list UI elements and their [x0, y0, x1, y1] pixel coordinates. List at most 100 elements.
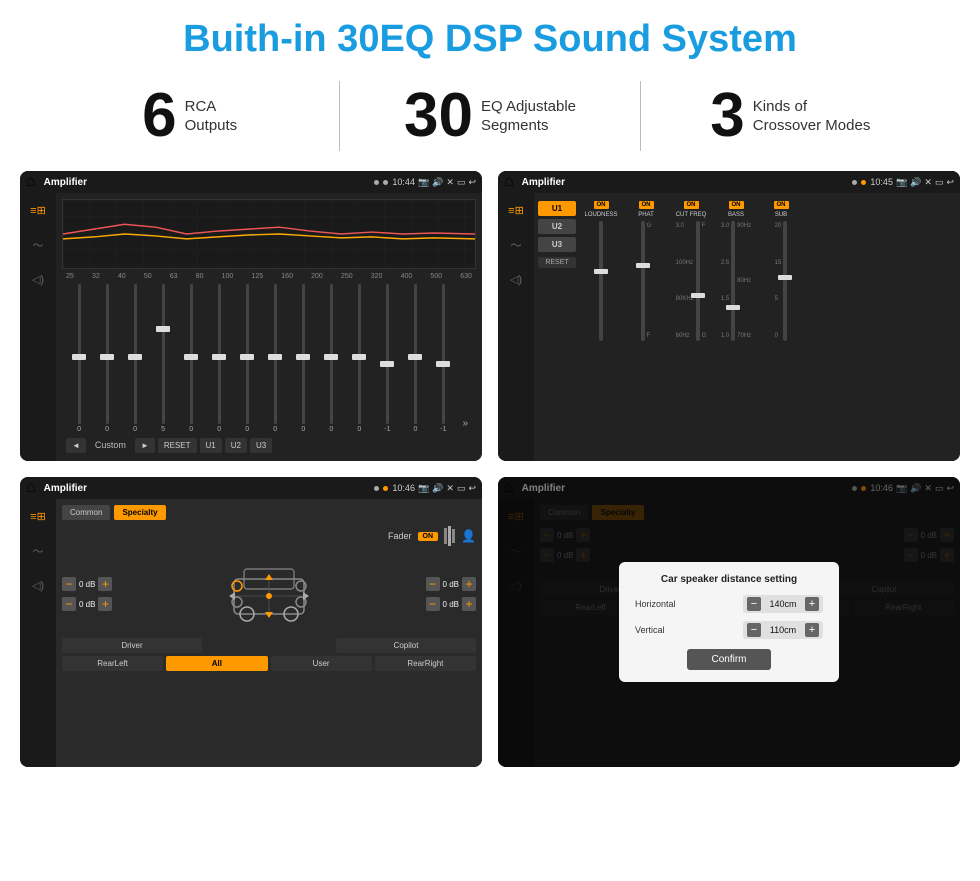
eq-slider-7: 0 — [262, 284, 288, 433]
cross-dot2 — [861, 180, 866, 185]
dialog-horizontal-row: Horizontal − 140cm + — [635, 595, 823, 613]
eq-track-11[interactable] — [386, 284, 389, 424]
eq-track-4[interactable] — [190, 284, 193, 424]
eq-wave-icon[interactable]: 〜 — [30, 234, 47, 256]
phat-slider[interactable] — [641, 221, 645, 341]
eq-u3-btn[interactable]: U3 — [250, 438, 272, 453]
eq-track-12[interactable] — [414, 284, 417, 424]
cutfreq-label: CUT FREQ — [676, 212, 707, 218]
fader-close-icon[interactable]: ✕ — [446, 483, 454, 494]
eq-track-5[interactable] — [218, 284, 221, 424]
bass-slider[interactable] — [731, 221, 735, 341]
eq-status-icons: 10:44 📷 🔊 ✕ ▭ ↩ — [392, 177, 476, 188]
bass-on-badge[interactable]: ON — [729, 201, 744, 209]
cross-cutfreq-header: ON — [684, 201, 699, 209]
eq-u1-btn[interactable]: U1 — [200, 438, 222, 453]
cutfreq-slider[interactable] — [696, 221, 700, 341]
eq-track-7[interactable] — [274, 284, 277, 424]
horizontal-plus-btn[interactable]: + — [805, 597, 819, 611]
cross-u1-btn[interactable]: U1 — [538, 201, 576, 216]
cross-ch-bass: ON BASS 3.0 2.5 1.5 1.0 — [715, 201, 757, 341]
confirm-button[interactable]: Confirm — [687, 649, 770, 670]
eq-back-icon[interactable]: ↩ — [468, 177, 476, 188]
sub-slider[interactable] — [783, 221, 787, 341]
cross-speaker-icon[interactable]: ◁) — [507, 270, 525, 289]
fader-wave-icon[interactable]: 〜 — [30, 540, 47, 562]
eq-track-2[interactable] — [134, 284, 137, 424]
cross-home-icon[interactable]: ⌂ — [504, 173, 514, 191]
eq-track-1[interactable] — [106, 284, 109, 424]
db-minus-0[interactable]: − — [62, 577, 76, 591]
fader-back-icon[interactable]: ↩ — [468, 483, 476, 494]
db-plus-1[interactable]: + — [98, 597, 112, 611]
cross-phat-header: ON — [639, 201, 654, 209]
eq-slider-3: 5 — [150, 284, 176, 433]
fader-status-icons: 10:46 📷 🔊 ✕ ▭ ↩ — [392, 483, 476, 494]
phat-on-badge[interactable]: ON — [639, 201, 654, 209]
db-minus-1[interactable]: − — [62, 597, 76, 611]
eq-reset-btn[interactable]: RESET — [158, 438, 197, 453]
dialog-title: Car speaker distance setting — [635, 574, 823, 585]
fader-driver-btn[interactable]: Driver — [62, 638, 202, 653]
db-minus-3[interactable]: − — [426, 597, 440, 611]
loudness-slider[interactable] — [599, 221, 603, 341]
fader-specialty-tab[interactable]: Specialty — [114, 505, 165, 520]
eq-speaker-icon[interactable]: ◁) — [29, 270, 47, 289]
eq-slider-10: 0 — [346, 284, 372, 433]
fader-all-btn[interactable]: All — [166, 656, 267, 671]
eq-close-icon[interactable]: ✕ — [446, 177, 454, 188]
cross-bass-header: ON — [729, 201, 744, 209]
eq-screen-card: ⌂ Amplifier 10:44 📷 🔊 ✕ ▭ ↩ ≡⊞ 〜 ◁) — [20, 171, 482, 461]
sub-on-badge[interactable]: ON — [774, 201, 789, 209]
db-plus-2[interactable]: + — [462, 577, 476, 591]
horizontal-minus-btn[interactable]: − — [747, 597, 761, 611]
cross-filter-icon[interactable]: ≡⊞ — [505, 201, 527, 220]
fader-on-toggle[interactable]: ON — [418, 532, 439, 541]
fader-rearleft-btn[interactable]: RearLeft — [62, 656, 163, 671]
eq-status-dot1 — [374, 180, 379, 185]
eq-slider-13: -1 — [430, 284, 456, 433]
eq-track-10[interactable] — [358, 284, 361, 424]
eq-home-icon[interactable]: ⌂ — [26, 173, 36, 191]
cross-u3-btn[interactable]: U3 — [538, 237, 576, 252]
fader-settings-icon[interactable]: 👤 — [461, 529, 476, 543]
eq-play-btn[interactable]: ► — [135, 438, 155, 453]
eq-track-8[interactable] — [302, 284, 305, 424]
fader-user-btn[interactable]: User — [271, 656, 372, 671]
fader-filter-icon[interactable]: ≡⊞ — [27, 507, 49, 526]
cross-u2-btn[interactable]: U2 — [538, 219, 576, 234]
fader-sidebar: ≡⊞ 〜 ◁) — [20, 499, 56, 767]
eq-prev-btn[interactable]: ◄ — [66, 438, 86, 453]
eq-track-0[interactable] — [78, 284, 81, 424]
fader-home-icon[interactable]: ⌂ — [26, 479, 36, 497]
eq-track-6[interactable] — [246, 284, 249, 424]
eq-track-3[interactable] — [162, 284, 165, 424]
cross-reset-btn[interactable]: RESET — [538, 257, 576, 268]
fader-rearright-btn[interactable]: RearRight — [375, 656, 476, 671]
expand-icon[interactable]: » — [458, 414, 472, 433]
db-row-1: − 0 dB + — [62, 597, 112, 611]
db-plus-3[interactable]: + — [462, 597, 476, 611]
eq-filter-icon[interactable]: ≡⊞ — [27, 201, 49, 220]
fader-screen-content: ≡⊞ 〜 ◁) Common Specialty Fader ON — [20, 499, 482, 767]
eq-track-9[interactable] — [330, 284, 333, 424]
cutfreq-on-badge[interactable]: ON — [684, 201, 699, 209]
vertical-minus-btn[interactable]: − — [747, 623, 761, 637]
fader-main-area: Common Specialty Fader ON 👤 — [56, 499, 482, 767]
cross-wave-icon[interactable]: 〜 — [508, 234, 525, 256]
eq-rect-icon: ▭ — [457, 177, 466, 188]
fader-speaker-icon[interactable]: ◁) — [29, 576, 47, 595]
eq-track-13[interactable] — [442, 284, 445, 424]
loudness-on-badge[interactable]: ON — [594, 201, 609, 209]
db-plus-0[interactable]: + — [98, 577, 112, 591]
db-minus-2[interactable]: − — [426, 577, 440, 591]
cross-close-icon[interactable]: ✕ — [924, 177, 932, 188]
stat-crossover: 3 Kinds ofCrossover Modes — [641, 85, 940, 147]
cross-back-icon[interactable]: ↩ — [946, 177, 954, 188]
vertical-plus-btn[interactable]: + — [805, 623, 819, 637]
fader-common-tab[interactable]: Common — [62, 505, 110, 520]
cross-presets: U1 U2 U3 RESET — [538, 197, 576, 457]
fader-copilot-btn[interactable]: Copilot — [336, 638, 476, 653]
fader-dot1 — [374, 486, 379, 491]
eq-u2-btn[interactable]: U2 — [225, 438, 247, 453]
